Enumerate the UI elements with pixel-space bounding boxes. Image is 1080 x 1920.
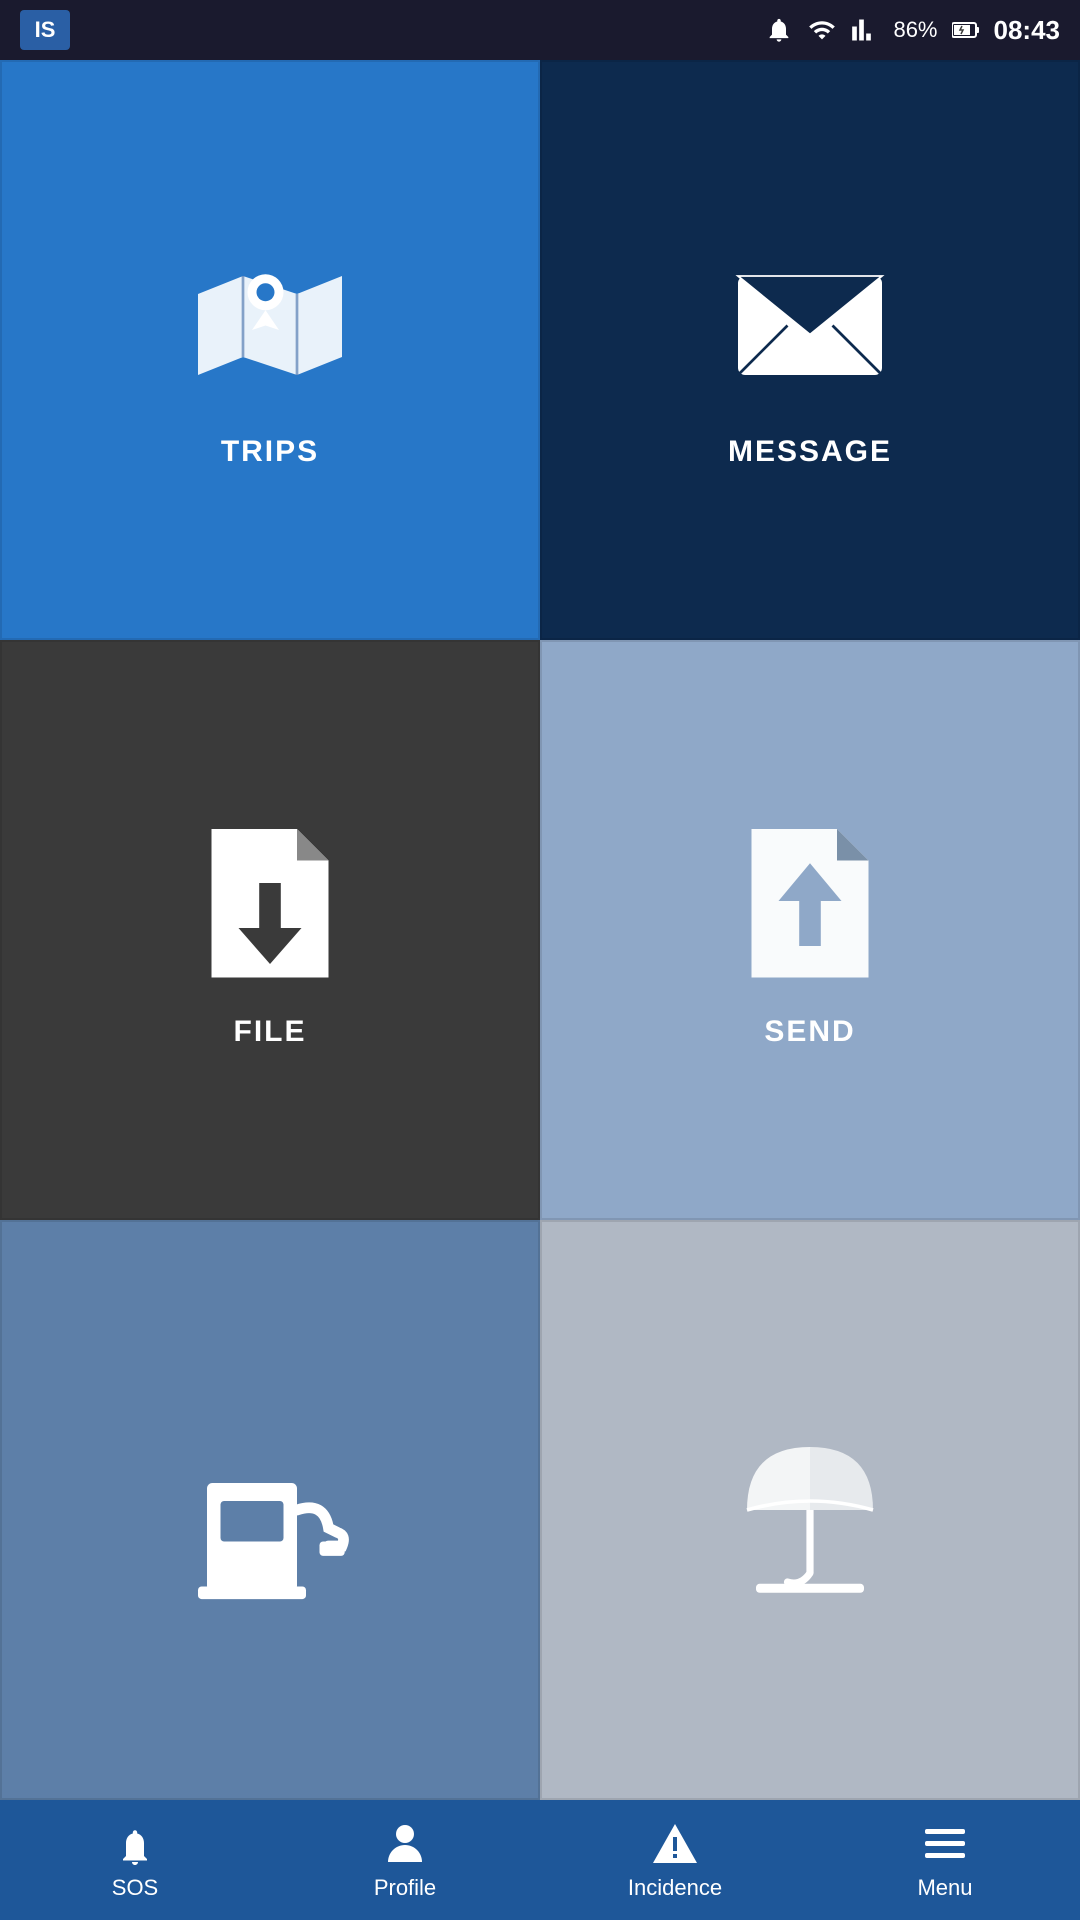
send-cell[interactable]: SEND (540, 640, 1080, 1220)
status-bar: IS 86% 08:43 (0, 0, 1080, 60)
sos-bell-icon (110, 1819, 160, 1869)
send-label: SEND (764, 1015, 855, 1049)
status-bar-right: 86% 08:43 (765, 15, 1060, 46)
trips-cell[interactable]: TRIPS (0, 60, 540, 640)
send-icon (720, 811, 900, 991)
profile-label: Profile (374, 1875, 436, 1901)
message-label: MESSAGE (728, 435, 892, 469)
vacation-icon (720, 1420, 900, 1600)
main-grid: TRIPS MESSAGE FILE (0, 60, 1080, 1800)
fuel-icon (180, 1420, 360, 1600)
file-icon (180, 811, 360, 991)
menu-hamburger-icon (920, 1819, 970, 1869)
fuel-cell[interactable] (0, 1220, 540, 1800)
nav-sos[interactable]: SOS (0, 1819, 270, 1901)
trips-label: TRIPS (221, 435, 319, 469)
message-icon (720, 231, 900, 411)
status-time: 08:43 (994, 15, 1061, 46)
wifi-icon (807, 16, 837, 44)
signal-icon (851, 16, 879, 44)
file-cell[interactable]: FILE (0, 640, 540, 1220)
file-label: FILE (234, 1015, 307, 1049)
incidence-label: Incidence (628, 1875, 722, 1901)
incidence-warning-icon (650, 1819, 700, 1869)
alarm-icon (765, 16, 793, 44)
nav-incidence[interactable]: Incidence (540, 1819, 810, 1901)
nav-menu[interactable]: Menu (810, 1819, 1080, 1901)
battery-icon (952, 21, 980, 39)
bottom-nav: SOS Profile Incidence Menu (0, 1800, 1080, 1920)
message-cell[interactable]: MESSAGE (540, 60, 1080, 640)
battery-level: 86% (893, 17, 937, 43)
status-bar-left: IS (20, 10, 70, 50)
trips-icon (180, 231, 360, 411)
nav-profile[interactable]: Profile (270, 1819, 540, 1901)
profile-person-icon (380, 1819, 430, 1869)
menu-label: Menu (917, 1875, 972, 1901)
vacation-cell[interactable] (540, 1220, 1080, 1800)
sos-label: SOS (112, 1875, 158, 1901)
app-logo: IS (20, 10, 70, 50)
